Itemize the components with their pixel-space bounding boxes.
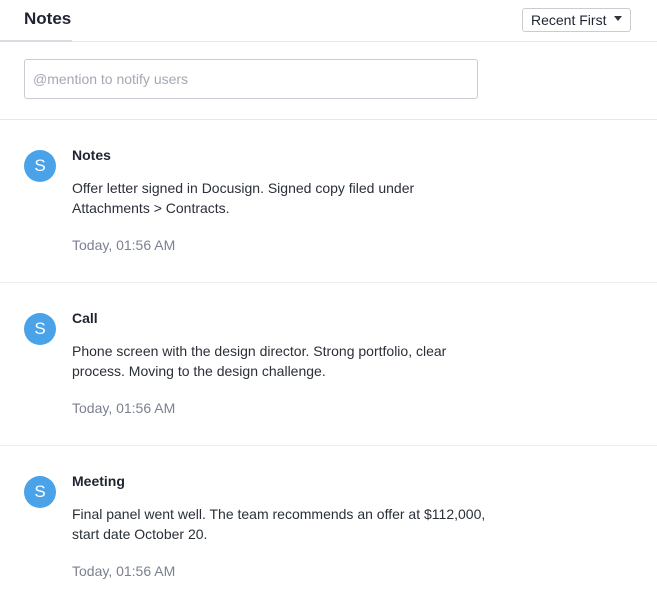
note-body: Phone screen with the design director. S… [72, 343, 447, 379]
note-title: Notes [72, 147, 111, 163]
note-composer [0, 42, 657, 120]
note-list: S Notes Offer letter signed in Docusign.… [0, 120, 657, 608]
notes-header: Notes Recent First [0, 0, 657, 42]
note-timestamp: Today, 01:56 AM [72, 400, 176, 416]
sort-order-dropdown[interactable]: Recent First [522, 8, 631, 32]
note-item: S Meeting Final panel went well. The tea… [0, 446, 657, 608]
page-title: Notes [24, 9, 72, 28]
mention-input[interactable] [24, 59, 478, 99]
note-timestamp: Today, 01:56 AM [72, 237, 176, 253]
note-item: S Call Phone screen with the design dire… [0, 283, 657, 446]
note-body: Final panel went well. The team recommen… [72, 506, 486, 542]
note-title: Meeting [72, 473, 125, 489]
avatar: S [24, 313, 56, 345]
note-timestamp: Today, 01:56 AM [72, 563, 176, 579]
note-title: Call [72, 310, 98, 326]
caret-down-icon [614, 16, 622, 21]
sort-order-label: Recent First [531, 12, 607, 28]
note-body: Offer letter signed in Docusign. Signed … [72, 180, 415, 216]
avatar: S [24, 150, 56, 182]
note-item: S Notes Offer letter signed in Docusign.… [0, 120, 657, 283]
avatar: S [24, 476, 56, 508]
